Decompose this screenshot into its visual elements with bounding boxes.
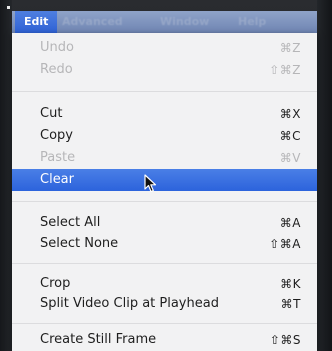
menu-window[interactable]: Window (160, 11, 209, 33)
desktop-edge-right (317, 0, 332, 351)
menu-separator (12, 263, 317, 264)
menu-item-label: Cut (40, 106, 63, 121)
menu-item-label: Crop (40, 276, 71, 291)
menu-advanced[interactable]: Advanced (62, 11, 123, 33)
menu-item-shortcut: ⌘X (279, 107, 301, 121)
menu-separator (12, 91, 317, 92)
menu-item-label: Create Still Frame (40, 332, 157, 347)
menu-item-shortcut: ⇧⌘A (269, 237, 301, 251)
screen-artifact (7, 6, 10, 9)
desktop-edge-left (0, 0, 12, 351)
menu-help[interactable]: Help (238, 11, 266, 33)
menu-item-label: Copy (40, 128, 73, 143)
menu-item-shortcut: ⇧⌘Z (269, 63, 301, 77)
menu-item-label: Redo (40, 62, 73, 77)
menu-item-crop[interactable]: Crop ⌘K (12, 273, 317, 295)
menu-item-shortcut: ⌘V (279, 151, 301, 165)
mouse-pointer-icon (144, 174, 157, 193)
menu-item-select-none[interactable]: Select None ⇧⌘A (12, 233, 317, 255)
menu-item-copy[interactable]: Copy ⌘C (12, 125, 317, 147)
menu-item-label: Select All (40, 215, 101, 230)
menu-item-shortcut: ⇧⌘S (269, 333, 301, 347)
menu-item-paste[interactable]: Paste ⌘V (12, 147, 317, 169)
menu-separator (12, 323, 317, 324)
menu-item-cut[interactable]: Cut ⌘X (12, 103, 317, 125)
menu-edit[interactable]: Edit (15, 11, 58, 33)
menu-item-label: Select None (40, 236, 119, 251)
menu-item-create-still-frame[interactable]: Create Still Frame ⇧⌘S (12, 329, 317, 351)
edit-menu-dropdown: Undo ⌘Z Redo ⇧⌘Z Cut ⌘X Copy ⌘C Paste ⌘V… (12, 33, 317, 351)
menu-item-label: Split Video Clip at Playhead (40, 296, 219, 311)
menu-separator (12, 201, 317, 202)
menu-item-shortcut: ⌘Z (279, 41, 301, 55)
menu-item-select-all[interactable]: Select All ⌘A (12, 212, 317, 234)
menu-item-label: Undo (40, 40, 74, 55)
menu-bar: Edit Advanced Window Help (12, 11, 317, 33)
menu-item-redo[interactable]: Redo ⇧⌘Z (12, 59, 317, 81)
menu-item-label: Clear (40, 172, 74, 187)
menu-item-label: Paste (40, 150, 76, 165)
menu-item-clear[interactable]: Clear (12, 169, 317, 191)
menu-item-undo[interactable]: Undo ⌘Z (12, 37, 317, 59)
menu-item-shortcut: ⌘C (279, 129, 301, 143)
menu-item-split-video-clip[interactable]: Split Video Clip at Playhead ⌘T (12, 293, 317, 315)
screen: Edit Advanced Window Help Undo ⌘Z Redo ⇧… (0, 0, 332, 351)
menu-item-shortcut: ⌘K (280, 277, 301, 291)
menu-item-shortcut: ⌘A (279, 216, 301, 230)
menu-item-shortcut: ⌘T (280, 297, 301, 311)
